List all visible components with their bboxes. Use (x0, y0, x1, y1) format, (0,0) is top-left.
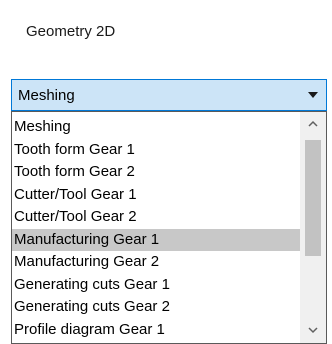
vertical-scrollbar[interactable] (300, 112, 326, 343)
option-generating-cuts-gear-1[interactable]: Generating cuts Gear 1 (12, 274, 300, 297)
option-cutter-tool-gear-1[interactable]: Cutter/Tool Gear 1 (12, 184, 300, 207)
scroll-down-button[interactable] (300, 321, 326, 341)
chevron-down-icon (308, 327, 318, 334)
option-meshing[interactable]: Meshing (12, 116, 300, 139)
combo-selected-value: Meshing (18, 87, 75, 104)
option-manufacturing-gear-1[interactable]: Manufacturing Gear 1 (12, 228, 300, 251)
scroll-thumb[interactable] (305, 140, 321, 256)
dropdown-list: Meshing Tooth form Gear 1 Tooth form Gea… (11, 111, 327, 344)
view-select-combobox[interactable]: Meshing (11, 79, 327, 111)
option-tooth-form-gear-2[interactable]: Tooth form Gear 2 (12, 161, 300, 184)
option-profile-diagram-gear-1[interactable]: Profile diagram Gear 1 (12, 319, 300, 342)
option-generating-cuts-gear-2[interactable]: Generating cuts Gear 2 (12, 296, 300, 319)
option-tooth-form-gear-1[interactable]: Tooth form Gear 1 (12, 139, 300, 162)
scroll-up-button[interactable] (300, 114, 326, 134)
option-cutter-tool-gear-2[interactable]: Cutter/Tool Gear 2 (12, 206, 300, 229)
option-manufacturing-gear-2[interactable]: Manufacturing Gear 2 (12, 251, 300, 274)
geometry-2d-panel: Geometry 2D Meshing Meshing Tooth form G… (0, 0, 332, 344)
chevron-down-icon[interactable] (308, 92, 318, 98)
chevron-up-icon (308, 120, 318, 127)
panel-title: Geometry 2D (26, 23, 116, 40)
dropdown-options: Meshing Tooth form Gear 1 Tooth form Gea… (12, 116, 300, 341)
